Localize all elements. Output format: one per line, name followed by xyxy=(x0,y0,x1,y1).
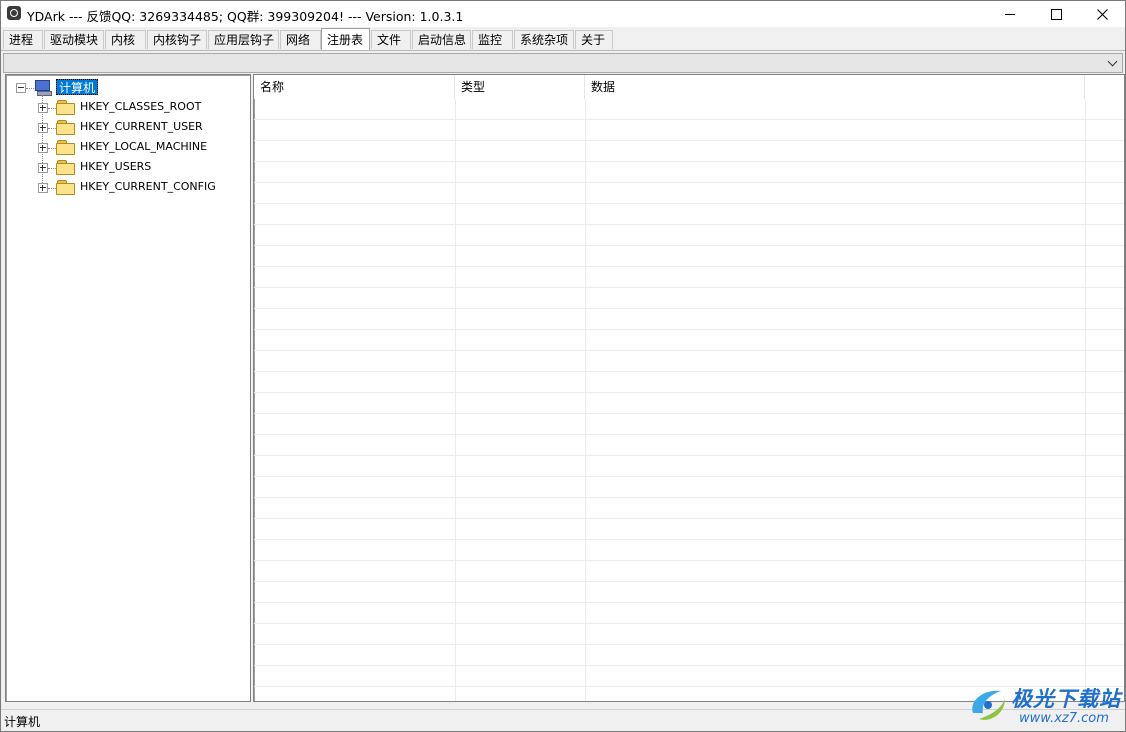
tab-monitor[interactable]: 监控 xyxy=(472,30,513,49)
computer-icon xyxy=(34,79,52,96)
tab-file[interactable]: 文件 xyxy=(371,30,411,49)
registry-path-combobox[interactable] xyxy=(3,53,1123,73)
tab-kernel-hooks[interactable]: 内核钩子 xyxy=(147,30,207,49)
folder-icon xyxy=(56,140,75,155)
folder-icon xyxy=(56,160,75,175)
tree-expand-toggle[interactable] xyxy=(38,123,48,133)
list-grid xyxy=(254,99,1124,701)
tab-registry[interactable]: 注册表 xyxy=(321,28,370,50)
status-text: 计算机 xyxy=(4,715,41,729)
status-bar: 计算机 xyxy=(1,709,1125,731)
tree-node-computer[interactable]: 计算机 xyxy=(56,79,99,95)
tab-about[interactable]: 关于 xyxy=(575,30,613,49)
app-window: YDArk --- 反馈QQ: 3269334485; QQ群: 3993092… xyxy=(0,0,1126,732)
column-header-type[interactable]: 类型 xyxy=(455,75,585,99)
swirl-logo-icon xyxy=(972,690,1005,720)
tab-system-misc[interactable]: 系统杂项 xyxy=(514,30,574,49)
tab-kernel[interactable]: 内核 xyxy=(105,30,146,49)
tab-driver-modules[interactable]: 驱动模块 xyxy=(44,30,104,49)
close-button[interactable] xyxy=(1079,1,1125,27)
maximize-icon xyxy=(1050,8,1062,20)
column-header-data[interactable]: 数据 xyxy=(585,75,1085,99)
tree-collapse-toggle[interactable] xyxy=(16,83,26,93)
title-bar[interactable]: YDArk --- 反馈QQ: 3269334485; QQ群: 3993092… xyxy=(1,1,1125,27)
tree-node-hkey-current-user[interactable]: HKEY_CURRENT_USER xyxy=(80,119,203,135)
column-header-name[interactable]: 名称 xyxy=(254,75,455,99)
folder-icon xyxy=(56,180,75,195)
window-title: YDArk --- 反馈QQ: 3269334485; QQ群: 3993092… xyxy=(27,9,464,24)
minimize-button[interactable] xyxy=(987,1,1033,27)
tree-node-hkey-users[interactable]: HKEY_USERS xyxy=(80,159,151,175)
registry-tree[interactable]: 计算机 HKEY_CLASSES_ROOT HKEY_CURRENT_USER … xyxy=(5,74,251,702)
tree-node-hkey-current-config[interactable]: HKEY_CURRENT_CONFIG xyxy=(80,179,216,195)
tree-expand-toggle[interactable] xyxy=(38,183,48,193)
tree-expand-toggle[interactable] xyxy=(38,103,48,113)
minimize-icon xyxy=(1005,13,1015,15)
maximize-button[interactable] xyxy=(1033,1,1079,27)
tab-startup-info[interactable]: 启动信息 xyxy=(412,30,471,49)
folder-icon xyxy=(56,120,75,135)
main-tab-strip: 进程 驱动模块 内核 内核钩子 应用层钩子 网络 注册表 文件 启动信息 监控 … xyxy=(1,28,1125,51)
registry-values-list[interactable]: 名称 类型 数据 xyxy=(253,74,1125,702)
tab-user-hooks[interactable]: 应用层钩子 xyxy=(208,30,279,49)
tree-expand-toggle[interactable] xyxy=(38,163,48,173)
watermark-url: www.xz7.com xyxy=(1019,711,1109,726)
watermark-title: 极光下载站 xyxy=(1011,687,1121,711)
tree-node-hkey-local-machine[interactable]: HKEY_LOCAL_MACHINE xyxy=(80,139,207,155)
tree-node-hkey-classes-root[interactable]: HKEY_CLASSES_ROOT xyxy=(80,99,201,115)
tab-network[interactable]: 网络 xyxy=(280,30,321,49)
folder-icon xyxy=(56,100,75,115)
list-header: 名称 类型 数据 xyxy=(254,75,1124,99)
close-icon xyxy=(1096,8,1108,20)
chevron-down-icon[interactable] xyxy=(1106,56,1120,70)
tree-expand-toggle[interactable] xyxy=(38,143,48,153)
app-icon xyxy=(7,6,21,20)
site-watermark: 极光下载站 www.xz7.com xyxy=(967,681,1123,729)
tab-process[interactable]: 进程 xyxy=(3,30,43,49)
